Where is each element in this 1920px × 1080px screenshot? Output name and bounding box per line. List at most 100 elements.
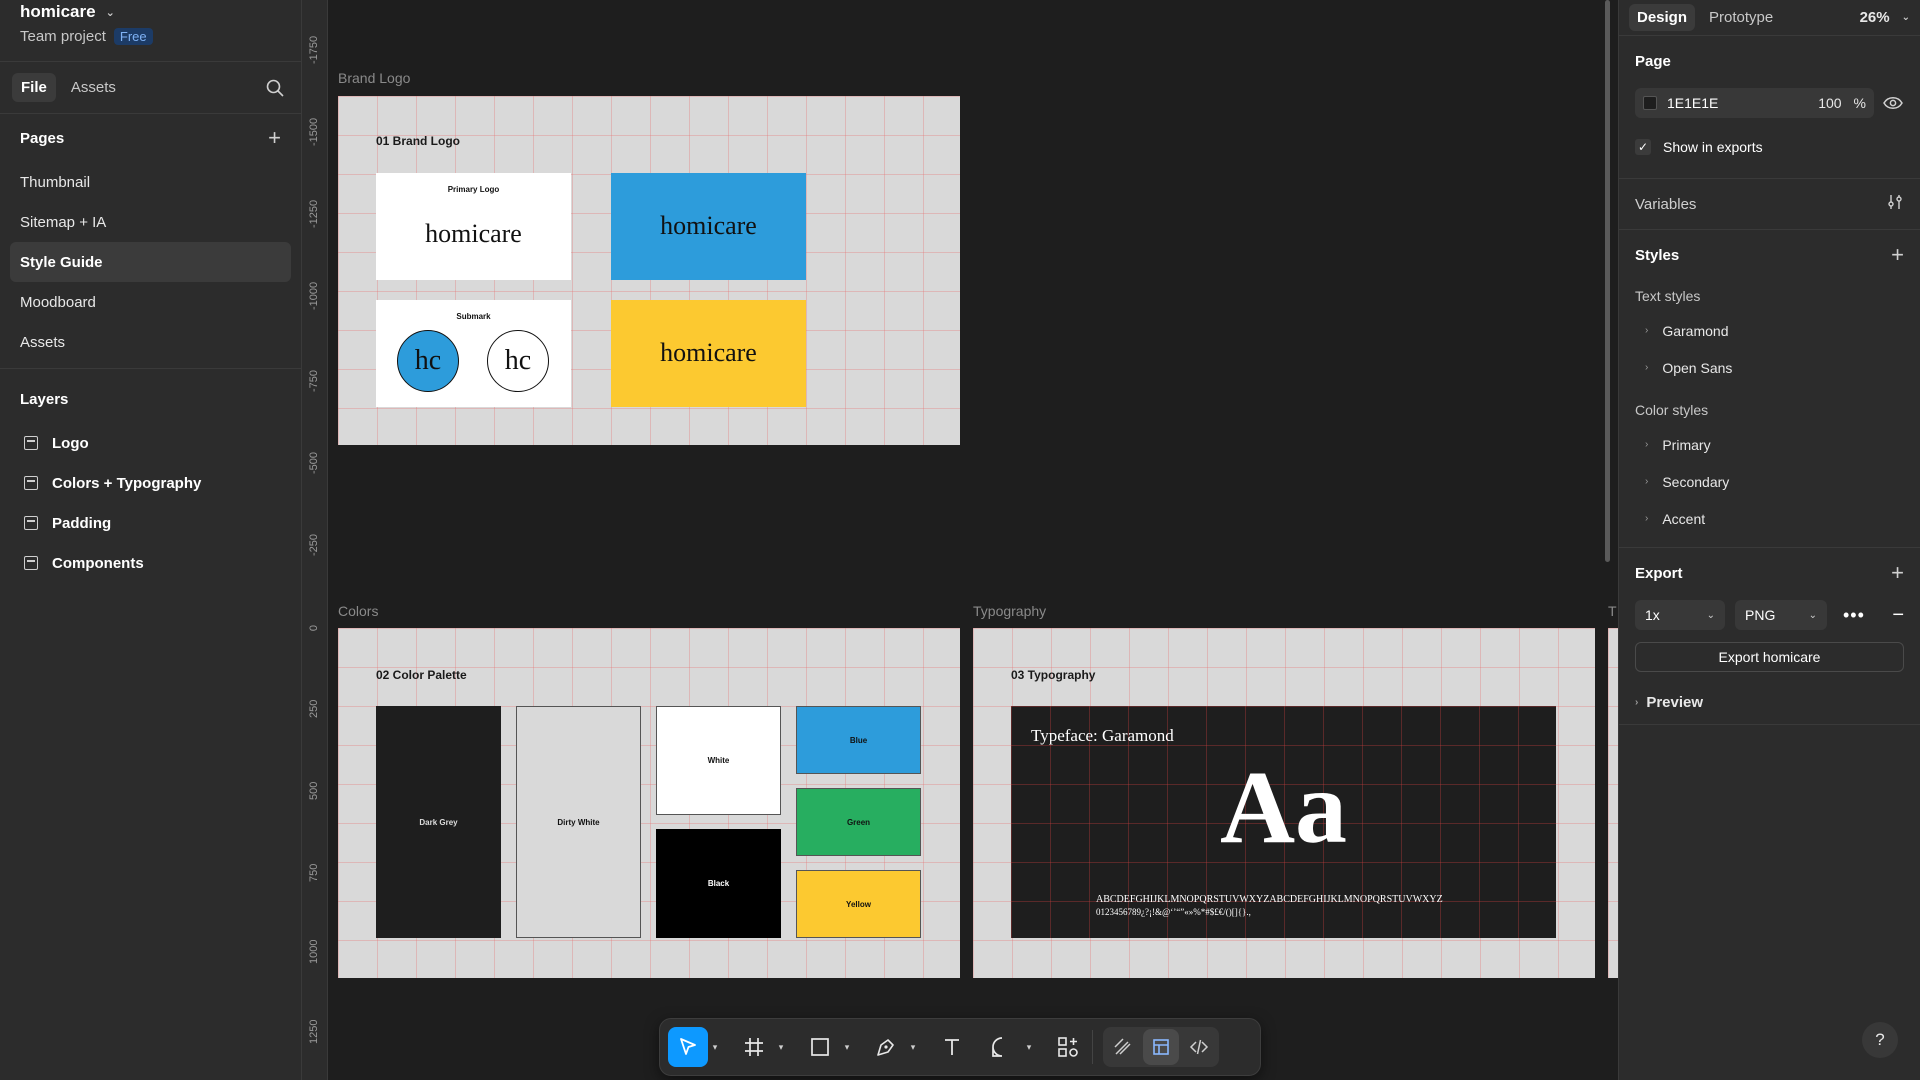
chevron-down-icon[interactable]: ▾ xyxy=(774,1042,788,1053)
export-button[interactable]: Export homicare xyxy=(1635,642,1904,672)
page-item-sitemap[interactable]: Sitemap + IA xyxy=(0,202,301,242)
chevron-down-icon[interactable]: ▾ xyxy=(1022,1042,1036,1053)
comment-tool-button[interactable] xyxy=(982,1027,1022,1067)
comment-icon xyxy=(992,1037,1003,1057)
frame-brand-logo[interactable]: 01 Brand Logo Primary Logo homicare homi… xyxy=(338,96,960,445)
layer-label: Padding xyxy=(52,514,112,532)
color-style-primary[interactable]: › Primary xyxy=(1635,426,1904,463)
submark-card[interactable]: Submark hc hc xyxy=(376,300,571,407)
draw-mode-button[interactable] xyxy=(1105,1029,1141,1065)
text-style-open-sans[interactable]: › Open Sans xyxy=(1635,349,1904,386)
project-subtitle: Team project xyxy=(20,28,106,45)
frame-tool-button[interactable] xyxy=(734,1027,774,1067)
chevron-right-icon: › xyxy=(1645,439,1649,450)
chevron-right-icon: › xyxy=(1645,325,1649,336)
move-tool-button[interactable] xyxy=(668,1027,708,1067)
swatch-blue[interactable]: Blue xyxy=(796,706,921,774)
swatch-dirty-white[interactable]: Dirty White xyxy=(516,706,641,938)
swatch-green[interactable]: Green xyxy=(796,788,921,856)
actions-tool-button[interactable] xyxy=(1048,1027,1088,1067)
page-item-moodboard[interactable]: Moodboard xyxy=(0,282,301,322)
frame-colors[interactable]: 02 Color Palette Dark Grey Dirty White W… xyxy=(338,628,960,978)
more-options-icon[interactable]: ••• xyxy=(1843,605,1865,626)
add-style-icon[interactable]: + xyxy=(1891,244,1904,266)
shape-tool-button[interactable] xyxy=(800,1027,840,1067)
layer-item-logo[interactable]: Logo xyxy=(0,423,301,463)
fill-swatch[interactable] xyxy=(1643,96,1657,110)
frame-typography[interactable]: 03 Typography Typeface: Garamond Aa ABCD… xyxy=(973,628,1595,978)
styles-section: Styles + Text styles › Garamond › Open S… xyxy=(1619,230,1920,548)
checkmark-icon[interactable]: ✓ xyxy=(1635,139,1651,155)
zoom-control[interactable]: 26% ⌄ xyxy=(1860,9,1910,26)
pages-header: Pages + xyxy=(0,114,301,162)
show-in-exports-label: Show in exports xyxy=(1663,139,1763,155)
ruler-tick: 500 xyxy=(308,781,320,800)
page-section-header: Page xyxy=(1635,36,1904,86)
layers-list: Logo Colors + Typography Padding Compone… xyxy=(0,423,301,583)
remove-export-icon[interactable]: − xyxy=(1892,604,1904,627)
chevron-down-icon: ⌄ xyxy=(1808,609,1817,621)
text-tool-button[interactable] xyxy=(932,1027,972,1067)
pen-tool-button[interactable] xyxy=(866,1027,906,1067)
swatch-black[interactable]: Black xyxy=(656,829,781,938)
opacity-field[interactable]: 100 % xyxy=(1818,95,1866,111)
plan-badge[interactable]: Free xyxy=(113,28,153,45)
tab-file[interactable]: File xyxy=(12,73,56,102)
export-title: Export xyxy=(1635,564,1683,582)
sliders-icon[interactable] xyxy=(1886,193,1904,215)
chevron-down-icon[interactable]: ▾ xyxy=(906,1042,920,1053)
variables-header[interactable]: Variables xyxy=(1635,179,1904,229)
primary-logo-card[interactable]: Primary Logo homicare xyxy=(376,173,571,280)
fill-hex[interactable]: 1E1E1E xyxy=(1667,95,1718,111)
add-export-icon[interactable]: + xyxy=(1891,562,1904,584)
tab-prototype[interactable]: Prototype xyxy=(1701,4,1781,31)
variables-title: Variables xyxy=(1635,195,1697,213)
layer-item-colors-typography[interactable]: Colors + Typography xyxy=(0,463,301,503)
canvas-scrollbar[interactable] xyxy=(1605,0,1610,562)
submark-caption: Submark xyxy=(456,312,491,321)
page-item-thumbnail[interactable]: Thumbnail xyxy=(0,162,301,202)
frame-label-brand-logo[interactable]: Brand Logo xyxy=(338,70,410,86)
export-format-select[interactable]: PNG ⌄ xyxy=(1735,600,1827,630)
swatch-dark-grey[interactable]: Dark Grey xyxy=(376,706,501,938)
frame-label-typography[interactable]: Typography xyxy=(973,603,1046,619)
page-fill-input[interactable]: 1E1E1E 100 % xyxy=(1635,88,1874,118)
add-page-icon[interactable]: + xyxy=(268,127,281,149)
text-style-garamond[interactable]: › Garamond xyxy=(1635,312,1904,349)
design-mode-button[interactable] xyxy=(1143,1029,1179,1065)
show-in-exports-row[interactable]: ✓ Show in exports xyxy=(1635,130,1904,164)
preview-toggle[interactable]: › Preview xyxy=(1635,684,1904,720)
style-label: Secondary xyxy=(1662,473,1730,490)
yellow-logo-card[interactable]: homicare xyxy=(611,300,806,407)
tab-design[interactable]: Design xyxy=(1629,4,1696,31)
blue-logo-card[interactable]: homicare xyxy=(611,173,806,280)
tab-assets[interactable]: Assets xyxy=(62,73,125,102)
chevron-down-icon[interactable]: ▾ xyxy=(708,1042,722,1053)
page-item-assets[interactable]: Assets xyxy=(0,322,301,362)
page-item-style-guide[interactable]: Style Guide xyxy=(10,242,291,282)
page-section-title: Page xyxy=(1635,52,1671,70)
help-button[interactable]: ? xyxy=(1862,1022,1898,1058)
eye-icon[interactable] xyxy=(1882,96,1904,110)
color-style-secondary[interactable]: › Secondary xyxy=(1635,463,1904,500)
frame-next-partial[interactable] xyxy=(1608,628,1618,978)
draw-icon xyxy=(1114,1038,1131,1055)
glyph-line-1: ABCDEFGHIJKLMNOPQRSTUVWXYZABCDEFGHIJKLMN… xyxy=(1096,894,1443,905)
layer-item-padding[interactable]: Padding xyxy=(0,503,301,543)
export-scale-select[interactable]: 1x ⌄ xyxy=(1635,600,1725,630)
swatch-yellow[interactable]: Yellow xyxy=(796,870,921,938)
project-name-button[interactable]: homicare ⌄ xyxy=(20,2,281,22)
chevron-down-icon[interactable]: ▾ xyxy=(840,1042,854,1053)
color-style-accent[interactable]: › Accent xyxy=(1635,500,1904,537)
frame-label-colors[interactable]: Colors xyxy=(338,603,378,619)
typeface-name: Typeface: Garamond xyxy=(1031,726,1174,745)
frame-title: 01 Brand Logo xyxy=(376,134,461,148)
typography-specimen[interactable]: Typeface: Garamond Aa ABCDEFGHIJKLMNOPQR… xyxy=(1011,706,1556,938)
swatch-white[interactable]: White xyxy=(656,706,781,815)
frame-label-next[interactable]: T xyxy=(1608,603,1617,619)
dev-mode-button[interactable] xyxy=(1181,1029,1217,1065)
design-canvas[interactable]: Brand Logo 01 Brand Logo Primary Logo ho… xyxy=(328,0,1618,1080)
search-icon[interactable] xyxy=(265,78,285,98)
layer-item-components[interactable]: Components xyxy=(0,543,301,583)
ruler-tick: -500 xyxy=(308,451,320,474)
